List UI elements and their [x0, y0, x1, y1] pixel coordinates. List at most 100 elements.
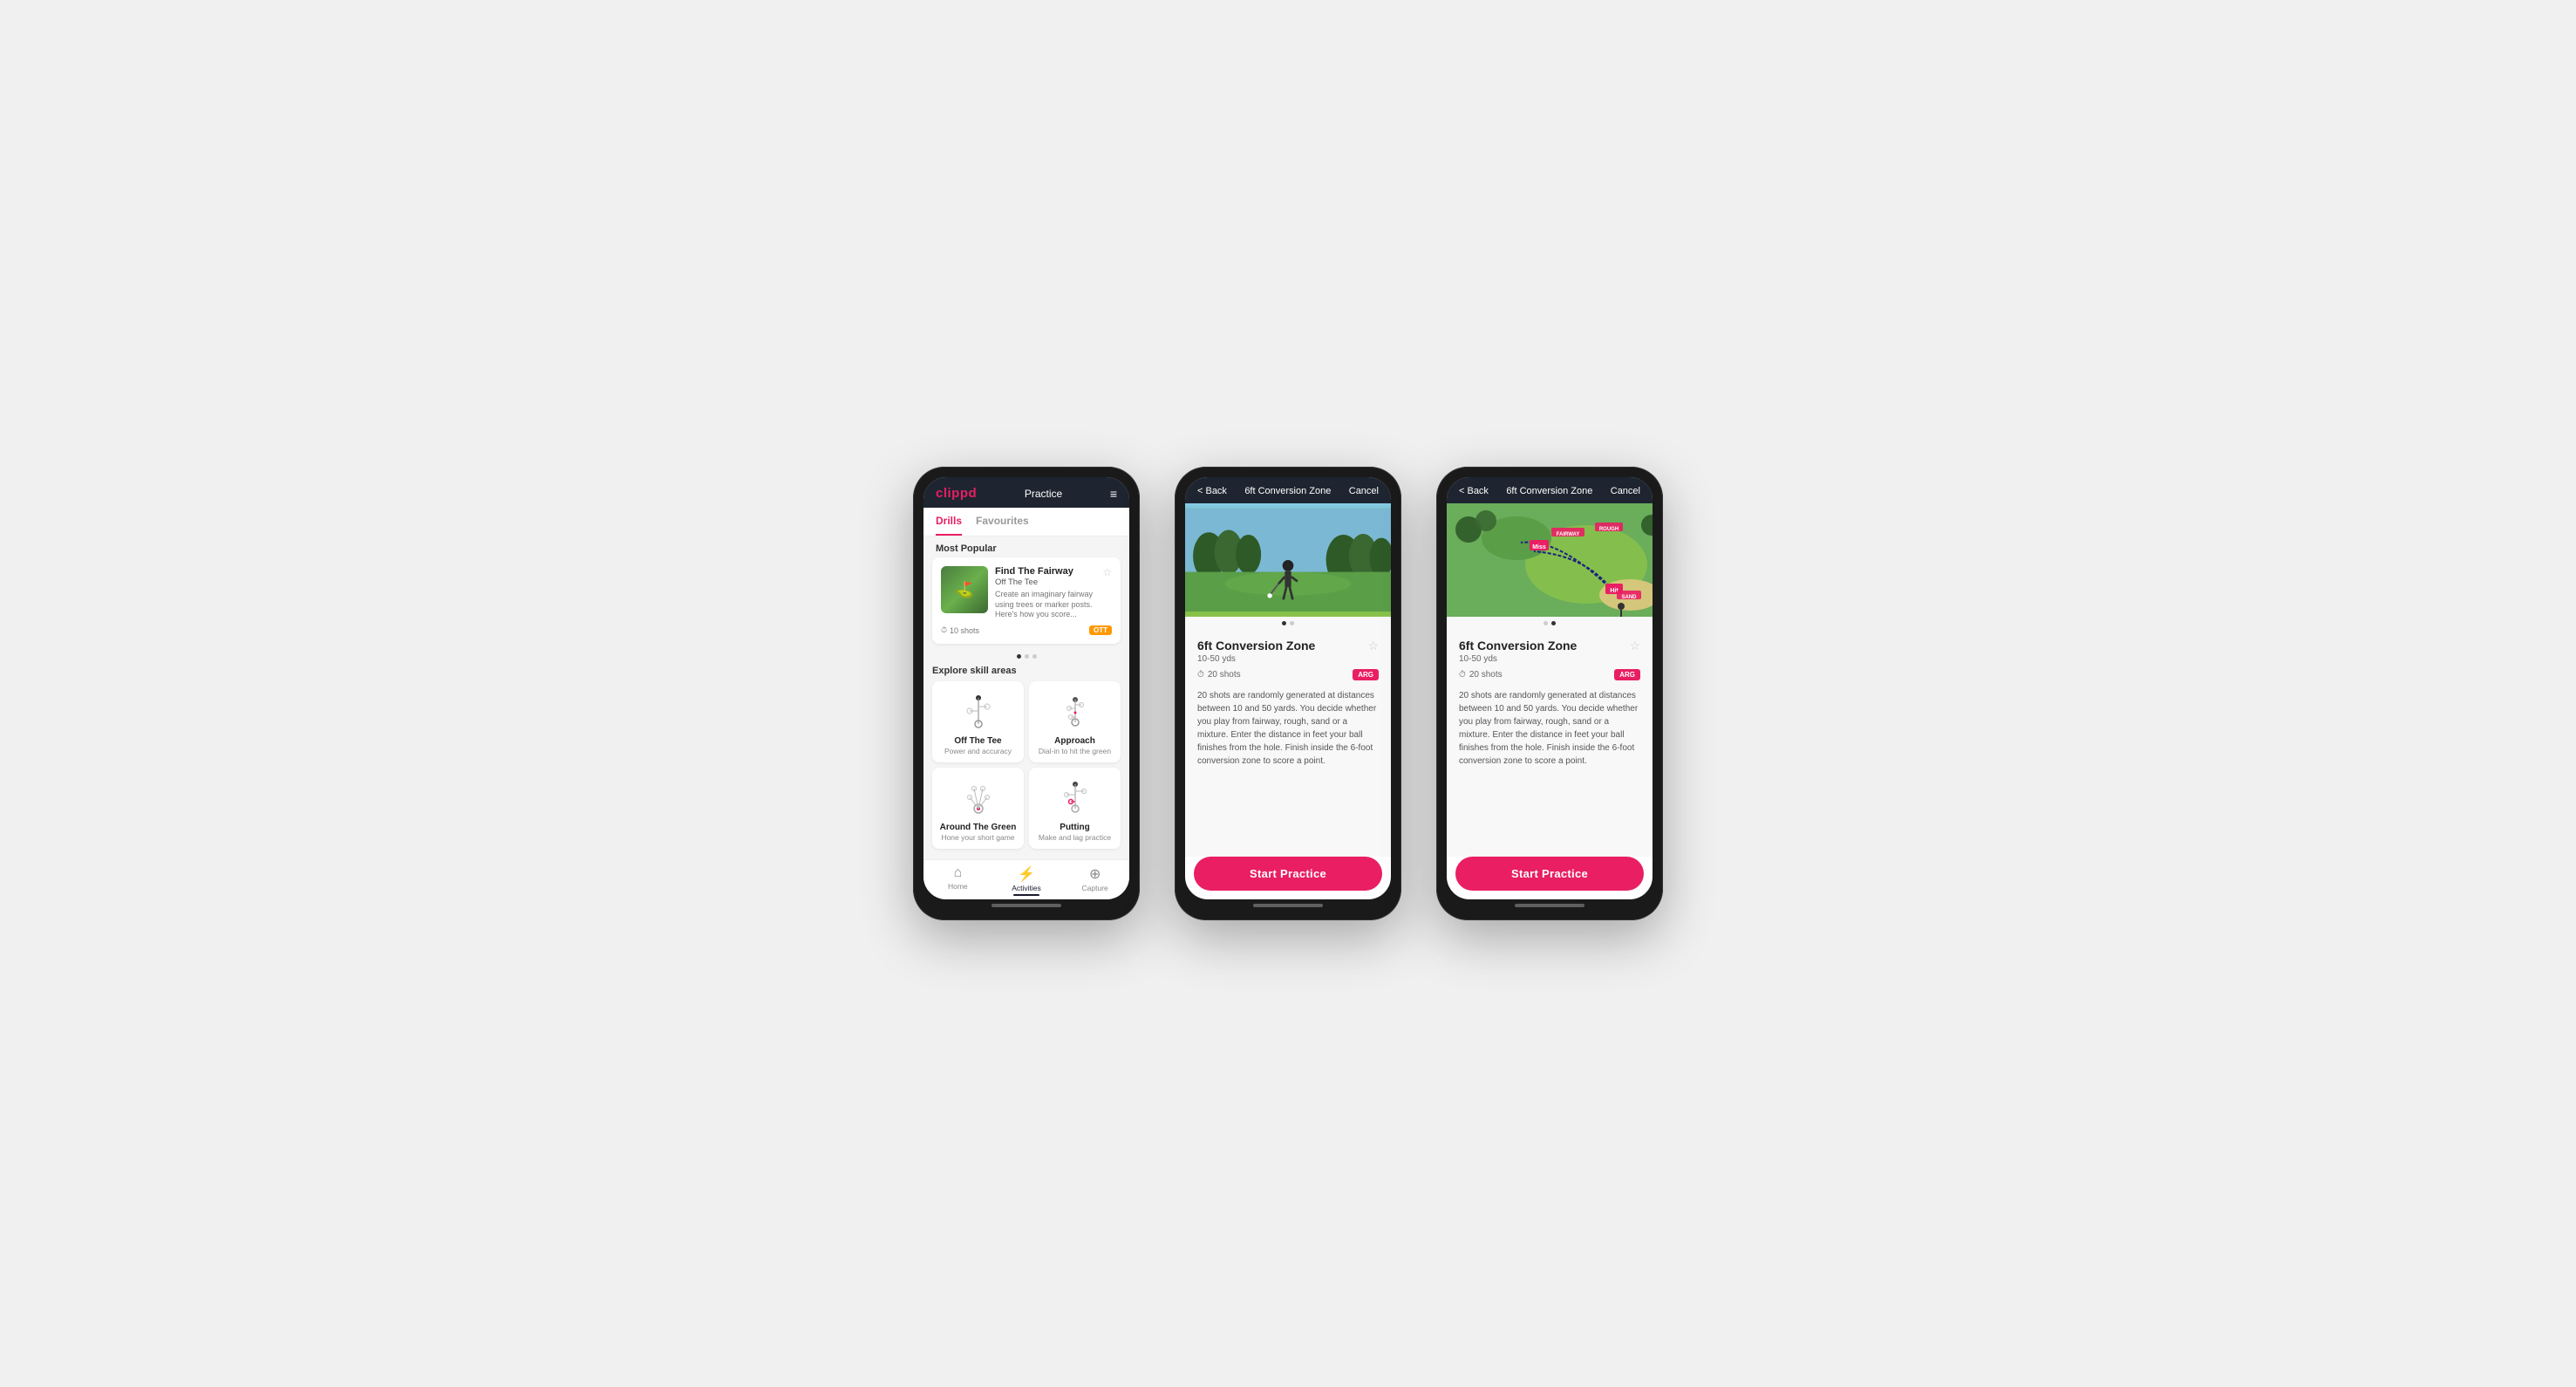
featured-drill-card[interactable]: ☆ ⛳ Find The Fairway Off The Tee Create … — [932, 557, 1121, 644]
nav-home[interactable]: ⌂ Home — [923, 860, 992, 899]
detail-drill-title-2: 6ft Conversion Zone — [1197, 639, 1379, 653]
drill-meta: ⏱ 10 shots OTT — [941, 625, 1112, 635]
shots-count: 10 shots — [950, 626, 979, 635]
activities-icon: ⚡ — [1018, 865, 1035, 883]
ott-icon — [957, 689, 1000, 733]
home-indicator-3 — [1515, 904, 1584, 907]
menu-icon[interactable]: ≡ — [1110, 487, 1117, 501]
image-dots-3 — [1447, 617, 1653, 630]
phone-2-content: ☆ 6ft Conversion Zone 10-50 yds ⏱ 20 sho… — [1185, 630, 1391, 857]
capture-icon: ⊕ — [1089, 865, 1101, 883]
phone-1: clippd Practice ≡ Drills Favourites Most… — [913, 467, 1140, 920]
back-button-3[interactable]: < Back — [1459, 486, 1489, 496]
detail-body-2: ☆ 6ft Conversion Zone 10-50 yds ⏱ 20 sho… — [1185, 630, 1391, 776]
cancel-button-2[interactable]: Cancel — [1349, 486, 1379, 496]
dot-2-1 — [1282, 621, 1286, 625]
skill-card-arg[interactable]: Around The Green Hone your short game — [932, 768, 1024, 849]
detail-tag-3: ARG — [1614, 669, 1640, 680]
drill-thumbnail: ⛳ — [941, 566, 988, 613]
drill-title: Find The Fairway — [995, 566, 1112, 577]
clock-icon-3: ⏱ — [1459, 670, 1466, 680]
shots-count-3: 20 shots — [1469, 670, 1503, 680]
image-dots-2 — [1185, 617, 1391, 630]
phone-3-content: ☆ 6ft Conversion Zone 10-50 yds ⏱ 20 sho… — [1447, 630, 1653, 857]
dot-2 — [1025, 654, 1029, 659]
approach-desc: Dial-in to hit the green — [1039, 747, 1111, 755]
skill-areas-section: Explore skill areas — [923, 662, 1129, 849]
putting-desc: Make and lag practice — [1039, 833, 1111, 842]
dot-1 — [1017, 654, 1021, 659]
approach-label: Approach — [1054, 736, 1095, 746]
golf-thumb-image: ⛳ — [941, 566, 988, 613]
detail-meta-row-3: ⏱ 20 shots ARG — [1459, 669, 1640, 680]
star-icon[interactable]: ☆ — [1102, 566, 1112, 578]
detail-desc-3: 20 shots are randomly generated at dista… — [1459, 689, 1640, 768]
nav-capture-label: Capture — [1082, 884, 1108, 892]
cancel-button-3[interactable]: Cancel — [1611, 486, 1640, 496]
phone-3-header-title: 6ft Conversion Zone — [1506, 486, 1592, 496]
arg-desc: Hone your short game — [941, 833, 1014, 842]
detail-star-2[interactable]: ☆ — [1367, 639, 1379, 653]
golfer-photo — [1185, 503, 1391, 617]
course-map: Hit Miss FAIRWAY ROUGH SAND — [1447, 503, 1653, 617]
detail-body-3: ☆ 6ft Conversion Zone 10-50 yds ⏱ 20 sho… — [1447, 630, 1653, 776]
ott-label: Off The Tee — [954, 736, 1001, 746]
most-popular-label: Most Popular — [923, 536, 1129, 557]
detail-meta-row-2: ⏱ 20 shots ARG — [1197, 669, 1379, 680]
detail-star-3[interactable]: ☆ — [1629, 639, 1640, 653]
home-icon: ⌂ — [954, 865, 963, 881]
phone-2: < Back 6ft Conversion Zone Cancel — [1175, 467, 1401, 920]
shots-count-2: 20 shots — [1208, 670, 1241, 680]
putting-label: Putting — [1060, 823, 1089, 832]
drill-shots: ⏱ 10 shots — [941, 625, 979, 635]
explore-label: Explore skill areas — [932, 666, 1121, 676]
skill-card-putting[interactable]: Putting Make and lag practice — [1029, 768, 1121, 849]
skill-card-approach[interactable]: Approach Dial-in to hit the green — [1029, 681, 1121, 762]
nav-capture[interactable]: ⊕ Capture — [1060, 860, 1129, 899]
detail-desc-2: 20 shots are randomly generated at dista… — [1197, 689, 1379, 768]
detail-shots-2: ⏱ 20 shots — [1197, 670, 1241, 680]
dot-3-1 — [1544, 621, 1548, 625]
nav-home-label: Home — [948, 882, 968, 891]
start-practice-btn-2[interactable]: Start Practice — [1194, 857, 1382, 891]
tab-favourites[interactable]: Favourites — [976, 508, 1029, 536]
ott-icon-area — [956, 688, 1001, 734]
svg-text:SAND: SAND — [1621, 595, 1637, 600]
phone-3-screen: < Back 6ft Conversion Zone Cancel — [1447, 477, 1653, 899]
phones-container: clippd Practice ≡ Drills Favourites Most… — [913, 467, 1663, 920]
dot-3-2 — [1551, 621, 1556, 625]
arg-icon — [957, 775, 1000, 819]
tab-drills[interactable]: Drills — [936, 508, 962, 536]
drill-tag: OTT — [1089, 625, 1112, 635]
drill-subtitle: Off The Tee — [995, 577, 1112, 587]
svg-text:FAIRWAY: FAIRWAY — [1557, 532, 1580, 537]
nav-activities[interactable]: ⚡ Activities — [992, 860, 1061, 899]
ott-desc: Power and accuracy — [944, 747, 1012, 755]
approach-icon-area — [1053, 688, 1098, 734]
phone-2-header-title: 6ft Conversion Zone — [1244, 486, 1331, 496]
home-indicator-2 — [1253, 904, 1323, 907]
approach-icon — [1053, 689, 1097, 733]
nav-activities-label: Activities — [1012, 884, 1041, 892]
phone-3: < Back 6ft Conversion Zone Cancel — [1436, 467, 1663, 920]
nav-underline — [1013, 894, 1039, 896]
svg-text:Miss: Miss — [1532, 544, 1546, 550]
course-map-svg: Hit Miss FAIRWAY ROUGH SAND — [1447, 503, 1653, 617]
detail-drill-title-3: 6ft Conversion Zone — [1459, 639, 1640, 653]
detail-shots-3: ⏱ 20 shots — [1459, 670, 1503, 680]
detail-yds-3: 10-50 yds — [1459, 654, 1640, 664]
tabs-bar: Drills Favourites — [923, 508, 1129, 536]
dot-2-2 — [1290, 621, 1294, 625]
back-button-2[interactable]: < Back — [1197, 486, 1227, 496]
phone-2-header: < Back 6ft Conversion Zone Cancel — [1185, 477, 1391, 503]
skill-card-ott[interactable]: Off The Tee Power and accuracy — [932, 681, 1024, 762]
clock-icon-2: ⏱ — [1197, 670, 1204, 680]
phone-3-header: < Back 6ft Conversion Zone Cancel — [1447, 477, 1653, 503]
start-practice-btn-3[interactable]: Start Practice — [1455, 857, 1644, 891]
drill-description: Create an imaginary fairway using trees … — [995, 590, 1112, 620]
phone-2-screen: < Back 6ft Conversion Zone Cancel — [1185, 477, 1391, 899]
golfer-svg — [1185, 503, 1391, 617]
arg-icon-area — [956, 775, 1001, 820]
skill-grid: Off The Tee Power and accuracy — [932, 681, 1121, 849]
phone-1-screen: clippd Practice ≡ Drills Favourites Most… — [923, 477, 1129, 899]
